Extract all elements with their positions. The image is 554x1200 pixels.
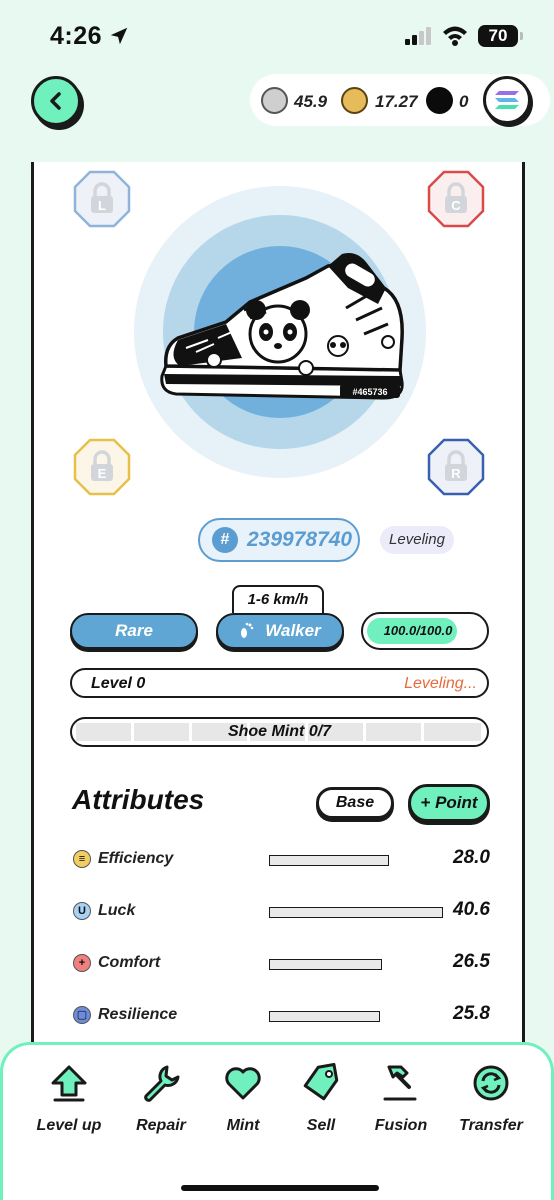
chevron-left-icon — [50, 92, 61, 110]
gst-coin-icon — [261, 87, 288, 114]
socket-lock-e[interactable]: E — [73, 438, 131, 496]
attribute-bar — [269, 1011, 380, 1022]
attribute-value: 28.0 — [453, 847, 490, 868]
gmt-coin-icon — [341, 87, 368, 114]
fusion-label: Fusion — [374, 1117, 428, 1134]
sneaker-detail-card: L C E R #465736 # 239978740 Leveling 1-6… — [31, 162, 525, 1042]
hammer-icon — [383, 1065, 417, 1101]
lock-icon: R — [427, 438, 485, 496]
repair-label: Repair — [136, 1117, 186, 1134]
wrench-icon — [144, 1065, 180, 1102]
attribute-bar — [269, 959, 382, 970]
sneaker-id-badge[interactable]: # 239978740 — [198, 518, 360, 562]
base-toggle-button[interactable]: Base — [316, 787, 394, 819]
transfer-button[interactable]: Transfer — [447, 1063, 535, 1143]
durability-bar[interactable]: 100.0/100.0 — [361, 612, 489, 650]
luck-icon: U — [73, 902, 91, 920]
battery-indicator: 70 — [478, 25, 523, 47]
sneaker-state-badge: Leveling — [380, 526, 454, 554]
heart-icon — [225, 1067, 261, 1100]
level-up-label: Level up — [36, 1117, 102, 1134]
transfer-icon — [473, 1065, 509, 1101]
svg-text:E: E — [98, 466, 107, 481]
attribute-value: 25.8 — [453, 1003, 490, 1024]
location-arrow-icon — [110, 27, 128, 45]
mint-label: Mint — [226, 1117, 260, 1134]
socket-lock-l[interactable]: L — [73, 170, 131, 228]
sol-balance: 0 — [459, 92, 469, 111]
attribute-row-efficiency: ≡ Efficiency 28.0 — [70, 844, 490, 874]
attribute-name: Luck — [98, 902, 136, 919]
sneaker-id: 239978740 — [247, 528, 353, 551]
sell-button[interactable]: Sell — [277, 1063, 365, 1143]
top-bar: 45.9 17.27 0 — [0, 70, 554, 132]
cellular-signal-icon — [405, 27, 431, 45]
svg-text:R: R — [451, 466, 461, 481]
attribute-bar — [269, 907, 443, 918]
home-indicator — [181, 1185, 379, 1191]
attributes-heading: Attributes — [72, 784, 205, 815]
level-up-icon — [51, 1065, 87, 1102]
svg-text:L: L — [98, 198, 106, 213]
level-status: Leveling... — [404, 675, 477, 692]
gmt-balance: 17.27 — [375, 92, 418, 111]
solana-chain-button[interactable] — [483, 76, 531, 124]
wallet-balances[interactable]: 45.9 17.27 0 — [250, 74, 550, 126]
attribute-row-resilience: ▢ Resilience 25.8 — [70, 1000, 490, 1030]
sneaker-type-label: Walker — [265, 621, 321, 640]
clock: 4:26 — [50, 22, 103, 50]
sneaker-type-badge[interactable]: Walker — [216, 613, 344, 649]
attribute-bar — [269, 855, 389, 866]
wifi-icon — [443, 26, 467, 46]
solana-icon — [495, 91, 519, 109]
sol-coin-icon — [426, 87, 453, 114]
shoe-mint-bar: Shoe Mint 0/7 — [70, 717, 489, 747]
svg-text:#465736: #465736 — [352, 387, 387, 397]
lock-icon: E — [73, 438, 131, 496]
attribute-name: Comfort — [98, 954, 161, 971]
sell-label: Sell — [306, 1117, 336, 1134]
attribute-value: 26.5 — [453, 951, 490, 972]
panda-sneaker-image: #465736 — [160, 253, 404, 400]
status-bar: 4:26 70 — [0, 0, 554, 72]
hash-icon: # — [212, 527, 238, 553]
attribute-name: Efficiency — [98, 850, 174, 867]
efficiency-icon: ≡ — [73, 850, 91, 868]
attribute-value: 40.6 — [453, 899, 490, 920]
gst-balance: 45.9 — [294, 92, 328, 111]
tag-icon — [303, 1063, 339, 1101]
repair-button[interactable]: Repair — [117, 1063, 205, 1143]
attribute-row-luck: U Luck 40.6 — [70, 896, 490, 926]
transfer-label: Transfer — [459, 1117, 523, 1134]
attribute-name: Resilience — [98, 1006, 178, 1023]
shoe-mint-count: Shoe Mint 0/7 — [227, 723, 332, 740]
svg-text:C: C — [451, 198, 461, 213]
durability-value: 100.0/100.0 — [383, 623, 453, 638]
attribute-row-comfort: + Comfort 26.5 — [70, 948, 490, 978]
quality-badge[interactable]: Rare — [70, 613, 198, 649]
lock-icon: C — [427, 170, 485, 228]
socket-lock-c[interactable]: C — [427, 170, 485, 228]
add-point-button[interactable]: + Point — [408, 784, 490, 822]
footprints-icon — [241, 622, 254, 638]
speed-range-tab: 1-6 km/h — [232, 585, 324, 613]
lock-icon: L — [73, 170, 131, 228]
comfort-icon: + — [73, 954, 91, 972]
socket-lock-r[interactable]: R — [427, 438, 485, 496]
level-progress-bar[interactable]: Level 0 Leveling... — [70, 668, 489, 698]
back-button[interactable] — [31, 76, 81, 126]
action-toolbar: Level up Repair Mint Sell Fusion Transfe… — [0, 1042, 554, 1200]
resilience-icon: ▢ — [73, 1006, 91, 1024]
level-up-button[interactable]: Level up — [25, 1063, 113, 1143]
level-label: Level 0 — [91, 675, 146, 692]
mint-button[interactable]: Mint — [199, 1063, 287, 1143]
fusion-button[interactable]: Fusion — [357, 1063, 445, 1143]
